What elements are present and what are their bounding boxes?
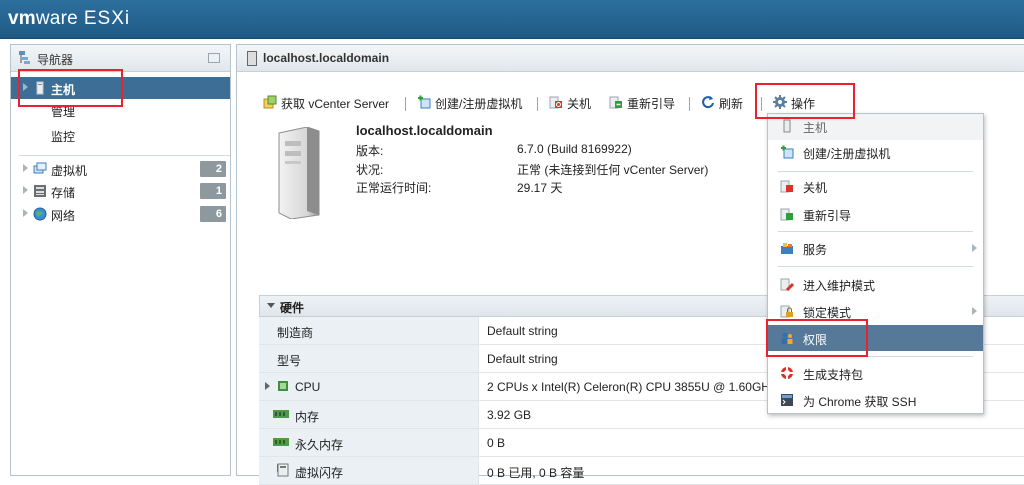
menu-item-shutdown[interactable]: 关机 [768,173,983,199]
submenu-arrow-icon [972,307,977,315]
persistent-memory-icon [273,438,289,446]
nav-item-storage[interactable]: 存储 1 [11,180,230,202]
memory-icon [273,410,289,418]
vm-icon [33,162,47,174]
annotation-highlight-actions [755,83,855,119]
host-name: localhost.localdomain [356,123,493,138]
version-value: 6.7.0 (Build 8169922) [517,142,632,156]
expand-arrow-icon[interactable] [23,164,28,172]
toolbar-separator [537,97,538,111]
reboot-button[interactable]: 重新引导 [609,95,675,112]
create-vm-icon [418,95,431,109]
navigator-icon [19,51,30,64]
annotation-highlight-permissions [766,319,868,357]
create-vm-icon [781,145,794,159]
shutdown-button[interactable]: 关机 [549,95,591,112]
annotation-highlight-host [18,69,123,107]
nav-divider [19,155,230,156]
host-icon [783,119,791,133]
get-vcenter-button[interactable]: 获取 vCenter Server [263,95,389,112]
hardware-row: 永久内存 0 B [259,429,1024,457]
menu-divider [778,231,973,232]
vm-count-badge: 2 [200,161,226,177]
vmware-esxi-logo: vmware ESXi [8,8,131,29]
maintenance-mode-icon [780,278,794,291]
navigator-header: 导航器 [11,45,230,72]
host-small-icon [247,51,257,66]
network-count-badge: 6 [200,206,226,222]
main-header: localhost.localdomain [237,45,1024,72]
menu-item-services[interactable]: 服务 [768,235,983,261]
menu-item-support-bundle[interactable]: 生成支持包 [768,360,983,386]
expand-arrow-icon[interactable] [23,186,28,194]
reboot-icon [780,208,793,221]
expand-arrow-icon[interactable] [265,382,270,390]
collapse-navigator-button[interactable] [208,53,220,63]
storage-icon [34,185,46,197]
actions-dropdown-menu: 主机 创建/注册虚拟机 关机 重新引导 服务 进入维护模式 锁定模式 权限 生成… [767,113,984,414]
reboot-icon [609,96,622,109]
lock-icon [780,305,793,318]
refresh-button[interactable]: 刷新 [701,95,743,112]
uptime-label: 正常运行时间: [356,181,432,195]
network-globe-icon [33,207,47,221]
nav-item-vms[interactable]: 虚拟机 2 [11,158,230,180]
navigator-title: 导航器 [37,53,74,67]
menu-item-create-vm[interactable]: 创建/注册虚拟机 [768,139,983,165]
menu-divider [778,171,973,172]
toolbar-separator [405,97,406,111]
hardware-row-vflash[interactable]: 虚拟闪存 0 B 已用, 0 B 容量 [259,457,1024,485]
status-value: 正常 (未连接到任何 vCenter Server) [517,163,709,177]
menu-item-maintenance-mode[interactable]: 进入维护模式 [768,271,983,297]
vcenter-icon [263,95,277,109]
virtual-flash-icon [277,463,289,477]
version-label: 版本: [356,144,384,158]
top-banner: vmware ESXi [0,0,1024,39]
nav-item-monitor[interactable]: 监控 [11,124,230,146]
toolbar-separator [689,97,690,111]
collapse-triangle-icon[interactable] [267,303,275,308]
menu-divider [778,266,973,267]
power-off-icon [780,180,793,193]
expand-arrow-icon[interactable] [23,209,28,217]
status-label: 状况: [356,163,384,177]
main-title: localhost.localdomain [263,51,390,65]
nav-item-network[interactable]: 网络 6 [11,203,230,225]
server-image-icon [278,127,320,219]
create-register-vm-button[interactable]: 创建/注册虚拟机 [417,95,522,112]
storage-count-badge: 1 [200,183,226,199]
submenu-arrow-icon [972,244,977,252]
navigator-panel: 导航器 主机 管理 监控 虚拟机 2 存储 1 网络 6 [10,44,231,476]
services-icon [781,243,793,254]
menu-item-chrome-ssh[interactable]: 为 Chrome 获取 SSH [768,387,983,413]
ssh-terminal-icon [781,394,793,406]
power-off-icon [549,96,562,109]
cpu-chip-icon [278,381,288,391]
refresh-icon [702,96,714,109]
lifebuoy-icon [781,367,793,379]
uptime-value: 29.17 天 [517,181,563,195]
menu-item-reboot[interactable]: 重新引导 [768,201,983,227]
